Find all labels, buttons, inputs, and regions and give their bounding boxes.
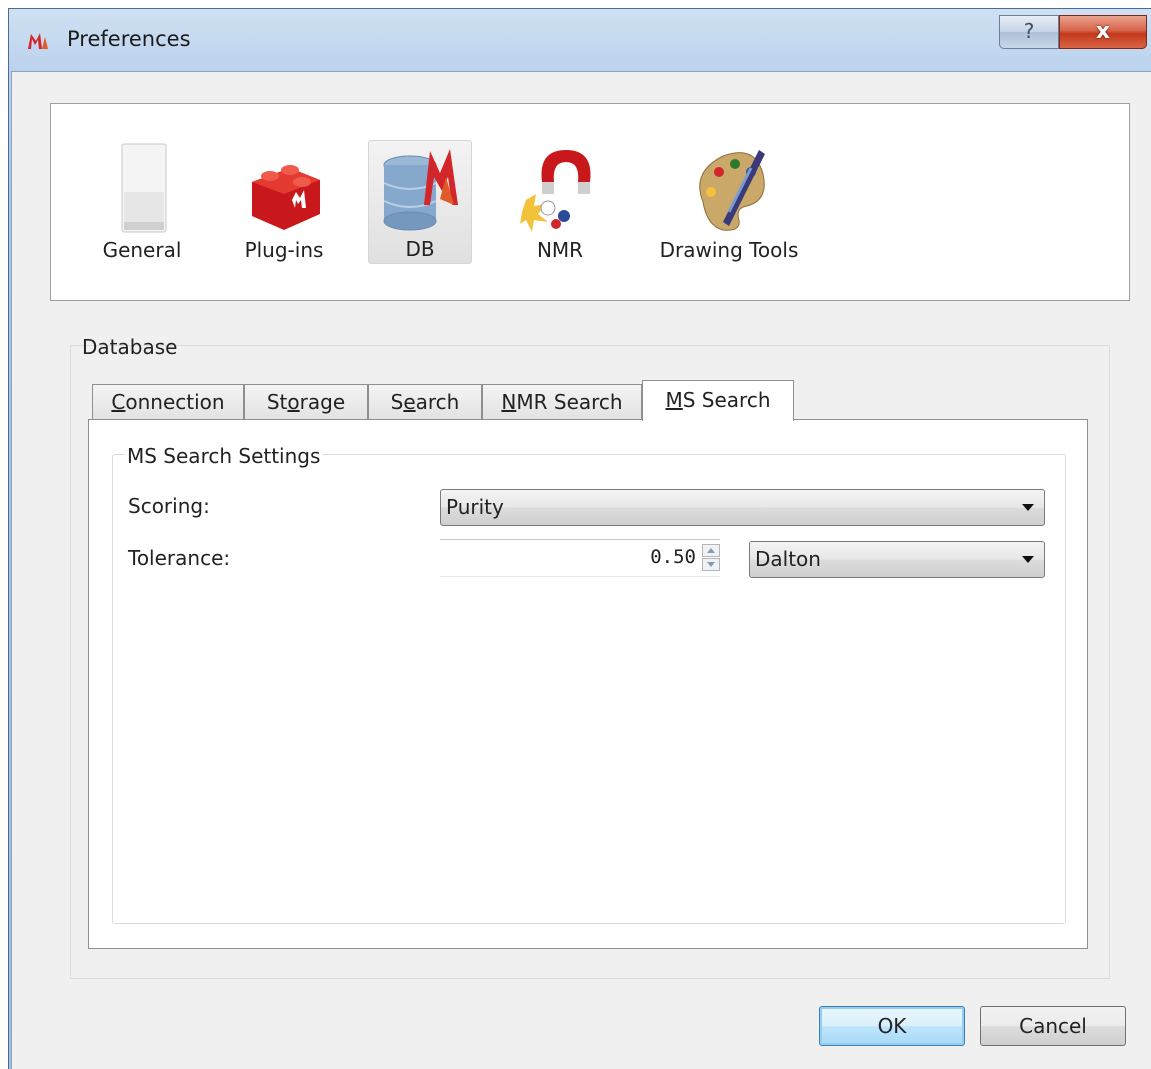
window-title: Preferences <box>67 27 191 51</box>
tab-nmr-search[interactable]: NMR Search <box>482 384 642 420</box>
category-db[interactable]: DB <box>368 140 472 264</box>
help-button[interactable]: ? <box>999 15 1059 49</box>
spin-up-arrow-icon[interactable] <box>702 544 720 557</box>
plugin-brick-icon <box>252 165 320 230</box>
tab-storage[interactable]: Storage <box>244 384 368 420</box>
category-general[interactable]: General <box>95 140 189 264</box>
chevron-down-icon <box>1022 504 1034 511</box>
category-label: Drawing Tools <box>659 238 799 262</box>
category-label: Plug-ins <box>244 238 324 262</box>
category-label: NMR <box>536 238 584 262</box>
scoring-select[interactable]: Purity <box>440 489 1045 526</box>
category-plug-ins[interactable]: Plug-ins <box>229 140 339 264</box>
tolerance-spinbox[interactable]: 0.50 <box>440 539 720 577</box>
tab-connection[interactable]: Connection <box>92 384 244 420</box>
scoring-value: Purity <box>446 495 504 519</box>
category-nmr[interactable]: NMR <box>519 140 601 264</box>
scoring-label: Scoring: <box>128 494 210 518</box>
tab-ms-search[interactable]: MS Search <box>642 380 794 421</box>
category-drawing-tools[interactable]: Drawing Tools <box>649 140 809 264</box>
category-toolbar: General Plug-ins DB NMR Drawing Tools <box>50 103 1130 301</box>
ok-button[interactable]: OK <box>819 1006 965 1046</box>
marvin-m-logo-icon <box>28 33 48 49</box>
spin-down-arrow-icon[interactable] <box>702 558 720 571</box>
tolerance-label: Tolerance: <box>128 546 231 570</box>
database-group-title: Database <box>82 335 178 359</box>
category-label: General <box>102 238 182 262</box>
category-label: DB <box>405 237 435 261</box>
close-button[interactable]: x <box>1059 15 1147 49</box>
tab-search[interactable]: Search <box>368 384 482 420</box>
database-icon <box>383 149 458 231</box>
palette-icon <box>699 150 765 231</box>
general-panel-icon <box>121 143 167 233</box>
tolerance-value: 0.50 <box>650 546 696 568</box>
tolerance-unit-value: Dalton <box>755 547 821 571</box>
chevron-down-icon <box>1022 556 1034 563</box>
cancel-button[interactable]: Cancel <box>980 1006 1126 1046</box>
ms-search-settings-title: MS Search Settings <box>125 444 323 468</box>
tolerance-unit-select[interactable]: Dalton <box>749 541 1045 578</box>
title-bar[interactable]: Preferences ? x <box>9 9 1151 71</box>
preferences-window: Preferences ? x General Plug-ins DB NMR … <box>8 8 1151 1069</box>
dialog-client-area: General Plug-ins DB NMR Drawing Tools Da… <box>11 71 1151 1069</box>
magnet-icon <box>520 150 591 232</box>
